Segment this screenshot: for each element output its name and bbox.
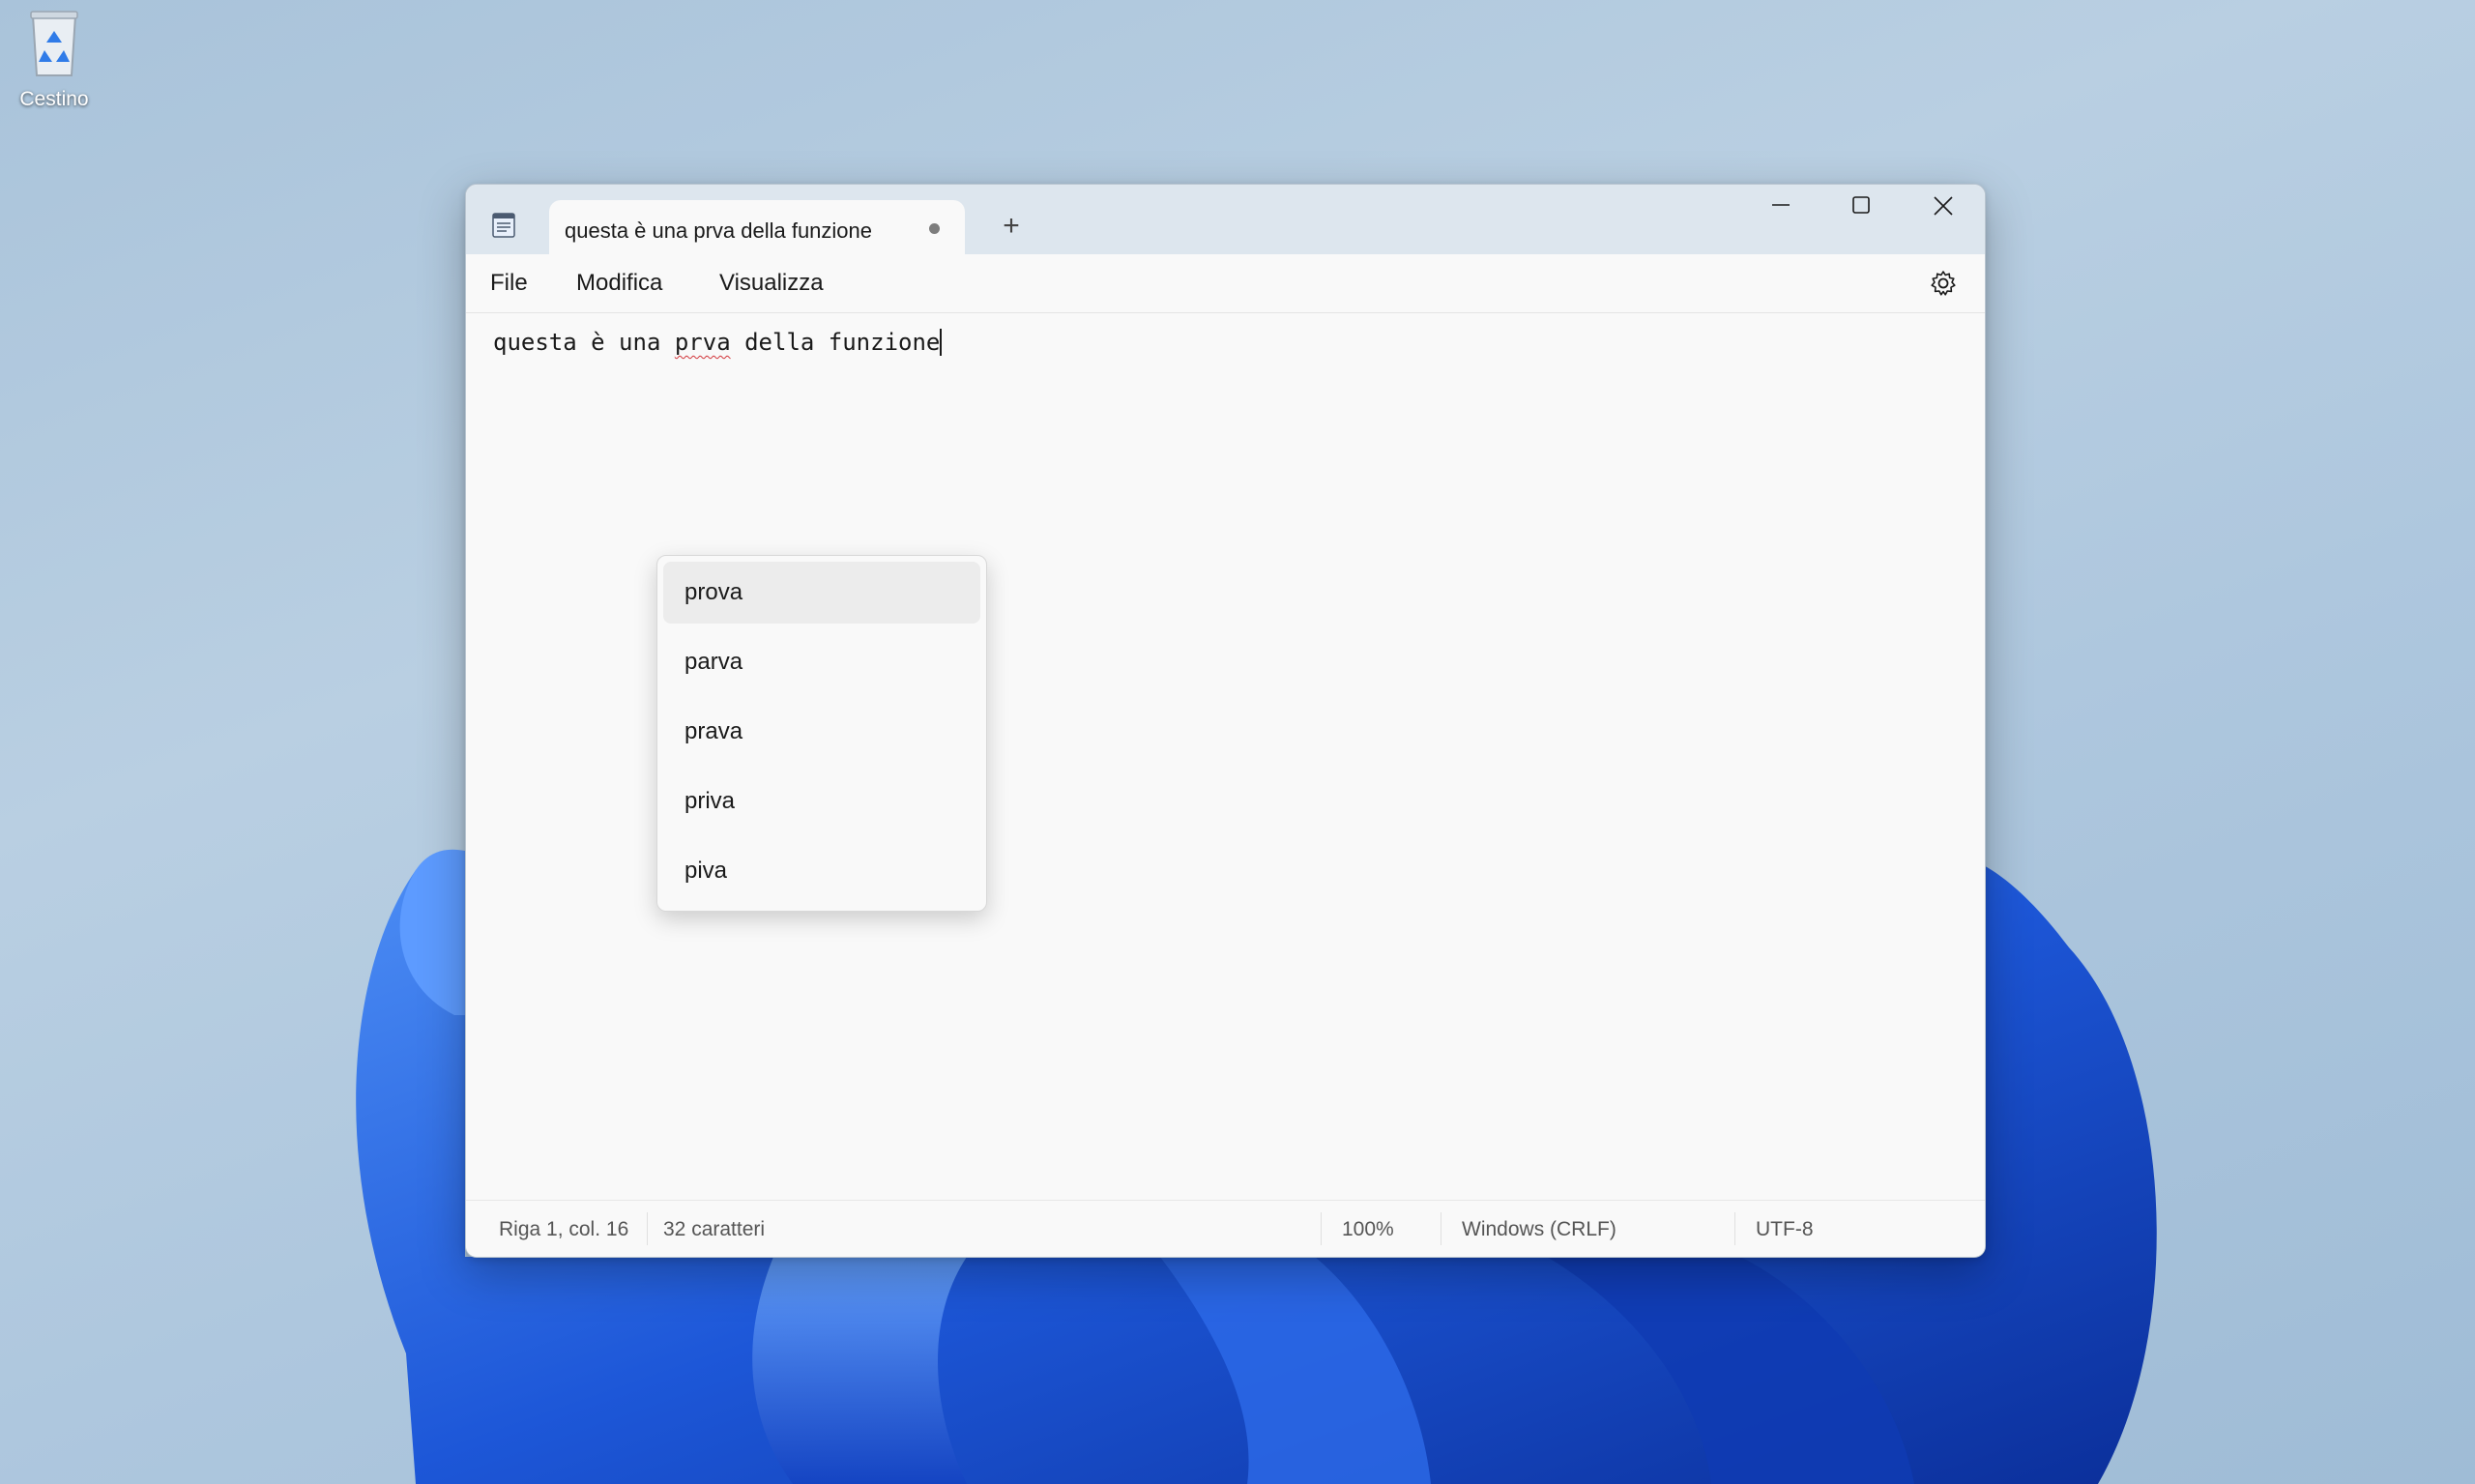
line-ending[interactable]: Windows (CRLF): [1462, 1218, 1616, 1241]
minimize-button[interactable]: [1740, 185, 1821, 227]
recycle-bin-label: Cestino: [19, 88, 89, 110]
cursor-position: Riga 1, col. 16: [499, 1218, 629, 1240]
text-caret: [940, 329, 943, 356]
menu-edit[interactable]: Modifica: [576, 270, 662, 297]
character-count: 32 caratteri: [663, 1218, 766, 1240]
misspelled-word[interactable]: prva: [675, 329, 731, 356]
menu-bar: File Modifica Visualizza: [466, 254, 1985, 313]
suggestion-label: parva: [684, 649, 743, 675]
suggestion-item[interactable]: prova: [663, 562, 980, 624]
tab-title: questa è una prva della funzione: [565, 218, 873, 243]
editor-text-line[interactable]: questa è una prva della funzione: [493, 329, 943, 356]
status-bar: Riga 1, col. 16 32 caratteri 100% Window…: [466, 1200, 1985, 1257]
status-divider: [647, 1212, 648, 1245]
minimize-icon: [1772, 204, 1790, 206]
recycle-bin-shortcut[interactable]: Cestino: [14, 8, 95, 111]
encoding[interactable]: UTF-8: [1756, 1218, 1814, 1241]
suggestion-label: priva: [684, 788, 736, 814]
menu-file[interactable]: File: [490, 270, 528, 297]
suggestion-item[interactable]: priva: [663, 771, 980, 832]
notepad-window: questa è una prva della funzione + File …: [465, 184, 1986, 1258]
text-editor-area[interactable]: questa è una prva della funzione prova p…: [466, 313, 1985, 1189]
maximize-icon: [1852, 196, 1870, 214]
suggestion-item[interactable]: parva: [663, 631, 980, 693]
gear-icon[interactable]: [1929, 269, 1958, 298]
recycle-bin-icon: [30, 11, 78, 76]
status-divider: [1734, 1212, 1735, 1245]
maximize-button[interactable]: [1820, 185, 1902, 227]
menu-view[interactable]: Visualizza: [719, 270, 824, 297]
close-button[interactable]: [1902, 185, 1983, 227]
close-icon: [1934, 196, 1953, 216]
unsaved-indicator-icon[interactable]: [929, 223, 940, 234]
title-bar: questa è una prva della funzione +: [466, 185, 1985, 254]
zoom-level[interactable]: 100%: [1342, 1218, 1394, 1241]
suggestion-item[interactable]: prava: [663, 701, 980, 763]
status-divider: [1321, 1212, 1322, 1245]
new-tab-button[interactable]: +: [996, 212, 1027, 243]
notepad-app-icon: [492, 213, 515, 238]
suggestion-label: prava: [684, 718, 743, 744]
suggestion-label: prova: [684, 579, 743, 605]
text-before: questa è una: [493, 329, 675, 356]
document-tab[interactable]: questa è una prva della funzione: [549, 200, 965, 254]
spelling-suggestions-menu: prova parva prava priva piva: [656, 555, 987, 912]
text-after: della funzione: [730, 329, 941, 356]
suggestion-label: piva: [684, 858, 728, 884]
suggestion-item[interactable]: piva: [663, 840, 980, 902]
